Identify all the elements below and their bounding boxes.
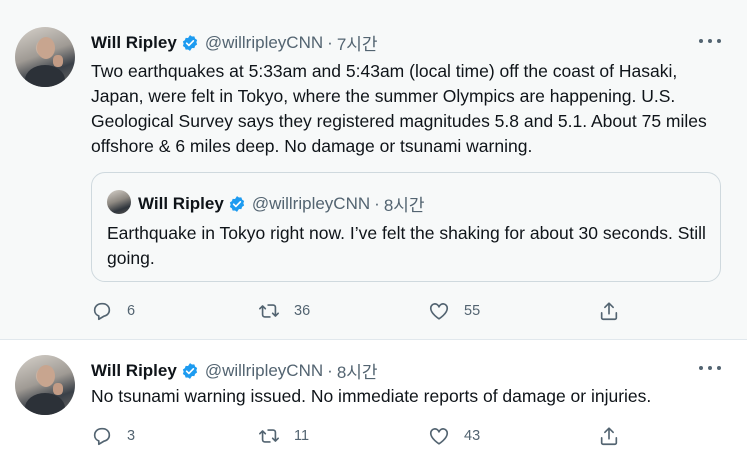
verified-badge-icon — [182, 34, 197, 51]
share-button[interactable] — [598, 425, 620, 447]
verified-badge-icon — [182, 362, 197, 379]
avatar-shirt — [25, 65, 65, 87]
quoted-header-separator: · — [374, 193, 380, 213]
like-icon — [429, 303, 449, 320]
author-handle[interactable]: @willripleyCNN — [205, 33, 323, 53]
tweet-header: Will Ripley @willripleyCNN · 7시간 — [91, 30, 378, 55]
like-button[interactable]: 55 — [428, 300, 480, 322]
retweet-button[interactable]: 11 — [258, 425, 309, 447]
retweet-count: 11 — [294, 428, 310, 444]
author-avatar[interactable] — [15, 355, 75, 415]
avatar-head — [37, 365, 55, 387]
author-name[interactable]: Will Ripley — [91, 33, 177, 53]
quoted-author-name: Will Ripley — [138, 193, 224, 213]
retweet-count: 36 — [294, 303, 311, 319]
more-options-icon[interactable] — [699, 364, 721, 372]
author-handle[interactable]: @willripleyCNN — [205, 361, 323, 381]
verified-badge-icon — [229, 195, 244, 212]
like-icon — [429, 428, 449, 445]
avatar-shirt — [25, 393, 65, 415]
quoted-tweet-text: Earthquake in Tokyo right now. I’ve felt… — [107, 223, 706, 268]
like-count: 43 — [464, 428, 481, 444]
header-separator: · — [327, 32, 333, 52]
author-avatar[interactable] — [15, 27, 75, 87]
tweet-header: Will Ripley @willripleyCNN · 8시간 — [91, 358, 378, 383]
author-name[interactable]: Will Ripley — [91, 361, 177, 381]
tweet-timestamp[interactable]: 8시간 — [337, 358, 378, 383]
retweet-icon — [259, 304, 279, 318]
tweet-1[interactable]: Will Ripley @willripleyCNN · 7시간 Two ear… — [0, 0, 747, 339]
tweet-actions: 6 36 55 — [91, 300, 631, 324]
quoted-tweet[interactable]: Will Ripley @willripleyCNN · 8시간 Earthqu… — [91, 172, 721, 282]
retweet-button[interactable]: 36 — [258, 300, 310, 322]
share-button[interactable] — [598, 300, 620, 322]
quoted-tweet-timestamp: 8시간 — [383, 196, 425, 215]
header-separator: · — [327, 360, 333, 380]
reply-count: 3 — [127, 428, 136, 444]
like-count: 55 — [464, 303, 481, 319]
reply-icon — [93, 427, 111, 446]
quoted-author-avatar — [107, 190, 131, 214]
retweet-icon — [259, 429, 279, 443]
tweet-actions: 3 11 43 — [91, 425, 631, 449]
more-options-icon[interactable] — [699, 37, 721, 45]
share-icon — [600, 427, 618, 446]
reply-count: 6 — [127, 303, 136, 319]
reply-button[interactable]: 6 — [91, 300, 135, 322]
reply-icon — [93, 302, 111, 321]
avatar-head — [37, 37, 55, 59]
tweet-text: Two earthquakes at 5:33am and 5:43am (lo… — [91, 61, 707, 156]
quoted-tweet-header: Will Ripley @willripleyCNN · 8시간 — [138, 191, 425, 216]
avatar-hand — [53, 55, 63, 67]
share-icon — [600, 302, 618, 321]
like-button[interactable]: 43 — [428, 425, 480, 447]
reply-button[interactable]: 3 — [91, 425, 135, 447]
tweet-text: No tsunami warning issued. No immediate … — [91, 386, 652, 406]
tweet-2[interactable]: Will Ripley @willripleyCNN · 8시간 No tsun… — [0, 340, 747, 471]
quoted-author-handle: @willripleyCNN — [251, 193, 371, 213]
avatar-hand — [53, 383, 63, 395]
tweet-timestamp[interactable]: 7시간 — [337, 30, 378, 55]
